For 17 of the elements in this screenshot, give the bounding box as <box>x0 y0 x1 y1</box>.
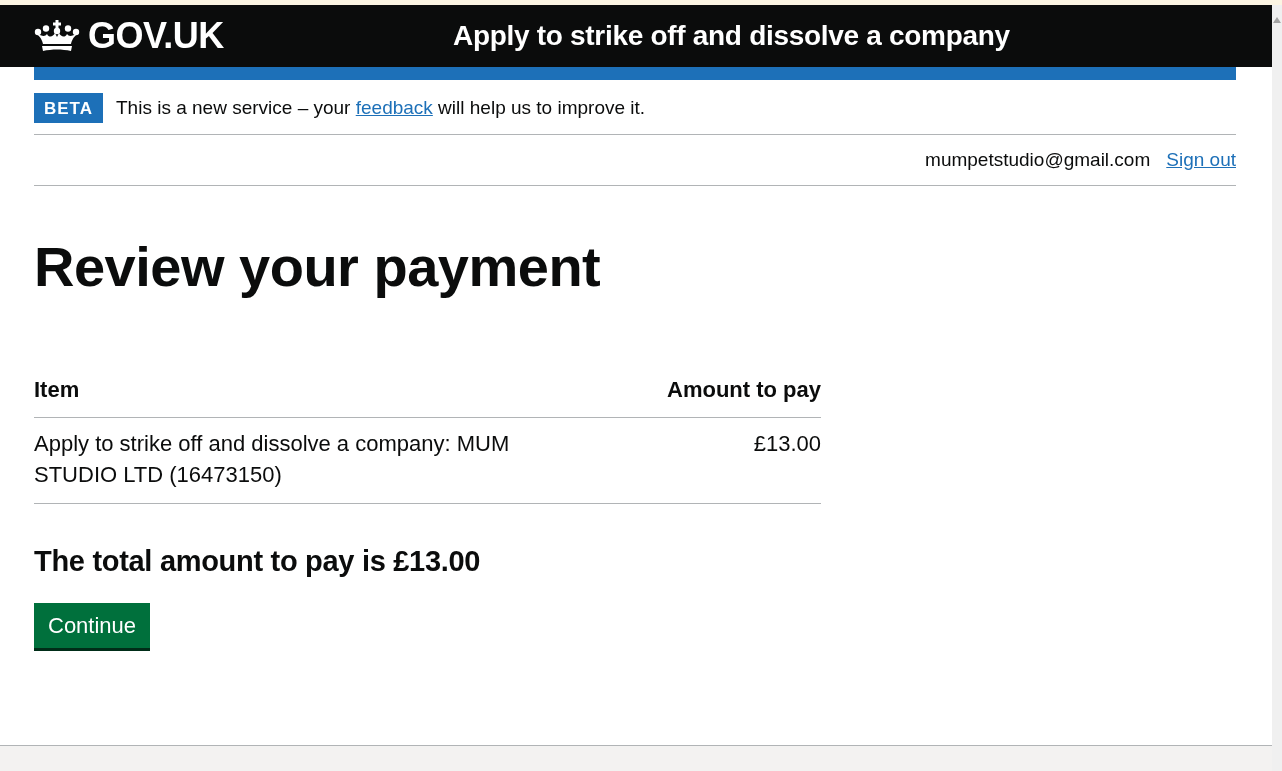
phase-banner-text: This is a new service – your feedback will help us to improve it. <box>116 95 646 120</box>
sign-out-link[interactable]: Sign out <box>1166 145 1236 175</box>
service-name: Apply to strike off and dissolve a company <box>453 22 1010 50</box>
crown-icon <box>34 20 80 52</box>
scrollbar[interactable] <box>1272 5 1282 771</box>
account-email: mumpetstudio@gmail.com <box>925 147 1151 172</box>
page-title: Review your payment <box>34 236 602 298</box>
site-logo-link[interactable]: GOV.UK <box>88 18 224 54</box>
table-cell: Apply to strike off and dissolve a company: MUM STUDIO LTD (16473150) <box>34 417 574 504</box>
column-header: Amount to pay <box>574 375 821 418</box>
feedback-link[interactable]: feedback <box>355 96 433 118</box>
total-amount-heading: The total amount to pay is £13.00 <box>34 543 482 579</box>
phase-tag: BETA <box>34 93 103 123</box>
column-header: Item <box>34 375 574 418</box>
scroll-up-arrow-icon[interactable] <box>1273 17 1281 23</box>
table-cell: £13.00 <box>574 417 821 504</box>
continue-button[interactable]: Continue <box>34 602 151 652</box>
